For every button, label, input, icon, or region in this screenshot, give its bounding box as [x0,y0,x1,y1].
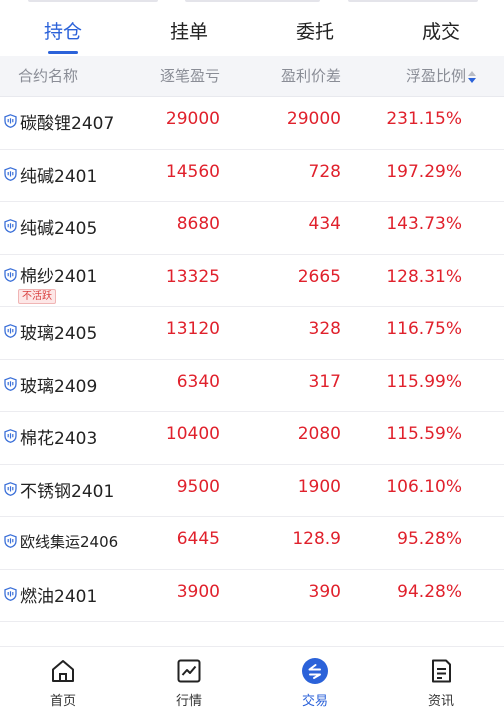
position-row[interactable]: 碳酸锂2407 29000 29000 231.15% [0,97,504,150]
news-icon [432,659,451,683]
contract-name: 欧线集运2406 [20,533,119,551]
price-diff-value: 2665 [297,266,341,287]
shield-icon [4,166,17,181]
contract-name: 玻璃2405 [20,324,98,344]
trade-icon [302,658,328,684]
position-list: 碳酸锂2407 29000 29000 231.15% 纯碱2401 14560… [0,97,504,645]
price-diff-value: 2080 [297,424,341,444]
price-diff-value: 128.9 [292,529,341,549]
float-ratio-value: 197.29% [386,161,462,182]
position-row[interactable]: 纯碱2401 14560 728 197.29% [0,150,504,202]
inactive-badge: 不活跃 [18,288,56,304]
nav-market[interactable]: 行情 [126,647,252,721]
pnl-value: 10400 [165,424,220,444]
pnl-value: 3900 [176,581,220,602]
shield-icon [4,481,17,496]
position-row[interactable]: 不锈钢2401 9500 1900 106.10% [0,465,504,517]
price-diff-value: 328 [308,319,341,339]
column-header: 合约名称 逐笔盈亏 盈利价差 浮盈比例 [0,56,504,97]
nav-trade-label: 交易 [301,694,328,709]
pnl-value: 14560 [165,161,220,182]
shield-icon [4,267,17,282]
pnl-value: 13325 [165,266,220,287]
position-tabs: 持仓 挂单 委托 成交 [0,10,504,56]
col-contract-name: 合约名称 [18,67,79,85]
position-row[interactable]: 玻璃2405 13120 328 116.75% [0,307,504,360]
nav-news-label: 资讯 [427,694,454,709]
contract-name: 不锈钢2401 [20,481,115,502]
contract-name: 玻璃2409 [20,376,98,397]
float-ratio-value: 143.73% [386,214,462,234]
shield-icon [4,376,17,391]
shield-icon [4,219,17,233]
shield-icon [4,114,17,128]
pnl-value: 13120 [165,319,220,339]
shield-icon [4,429,17,443]
pnl-value: 6340 [176,371,220,392]
shield-icon [4,534,17,548]
contract-name: 碳酸锂2407 [20,114,115,134]
price-diff-value: 317 [308,371,341,392]
float-ratio-value: 106.10% [386,476,462,497]
contract-name: 纯碱2401 [20,166,98,187]
contract-name: 棉花2403 [20,429,98,449]
col-pnl[interactable]: 逐笔盈亏 [140,56,220,96]
nav-market-label: 行情 [175,694,202,709]
col-price-diff[interactable]: 盈利价差 [255,56,341,96]
contract-name: 棉纱2401 [20,266,98,287]
position-row[interactable]: 燃油2401 3900 390 94.28% [0,570,504,622]
price-diff-value: 434 [308,214,341,234]
pnl-value: 29000 [165,109,220,129]
price-diff-value: 390 [308,581,341,602]
contract-name: 燃油2401 [20,586,98,607]
price-diff-value: 29000 [286,109,341,129]
shield-icon [4,586,17,601]
shield-icon [4,324,17,338]
pnl-value: 6445 [176,529,220,549]
nav-home-label: 首页 [49,694,76,709]
tab-orders[interactable]: 委托 [252,10,378,56]
position-row[interactable]: 棉纱2401 不活跃 13325 2665 128.31% [0,255,504,307]
tab-trades[interactable]: 成交 [378,10,504,56]
float-ratio-value: 94.28% [397,581,462,602]
chart-icon [177,659,201,683]
float-ratio-value: 116.75% [386,319,462,339]
bottom-nav: 首页 行情 交易 资讯 [0,646,504,721]
tab-positions[interactable]: 持仓 [0,10,126,56]
float-ratio-value: 128.31% [386,266,462,287]
price-diff-value: 728 [308,161,341,182]
nav-trade[interactable]: 交易 [252,647,378,721]
col-float-ratio-label: 浮盈比例 [405,67,466,85]
position-row[interactable]: 玻璃2409 6340 317 115.99% [0,360,504,412]
nav-home[interactable]: 首页 [0,647,126,721]
top-decoration [0,0,504,4]
position-row[interactable]: 纯碱2405 8680 434 143.73% [0,202,504,255]
tab-pending-orders[interactable]: 挂单 [126,10,252,56]
col-float-ratio[interactable]: 浮盈比例 [368,56,476,96]
float-ratio-value: 115.99% [386,371,462,392]
home-icon [52,660,74,682]
pnl-value: 8680 [176,214,220,234]
float-ratio-value: 115.59% [386,424,462,444]
pnl-value: 9500 [176,476,220,497]
sort-icon[interactable] [468,70,476,83]
float-ratio-value: 95.28% [397,529,462,549]
nav-news[interactable]: 资讯 [378,647,504,721]
price-diff-value: 1900 [297,476,341,497]
position-row[interactable]: 棉花2403 10400 2080 115.59% [0,412,504,465]
contract-name: 纯碱2405 [20,219,98,239]
position-row[interactable]: 欧线集运2406 6445 128.9 95.28% [0,517,504,570]
float-ratio-value: 231.15% [386,109,462,129]
